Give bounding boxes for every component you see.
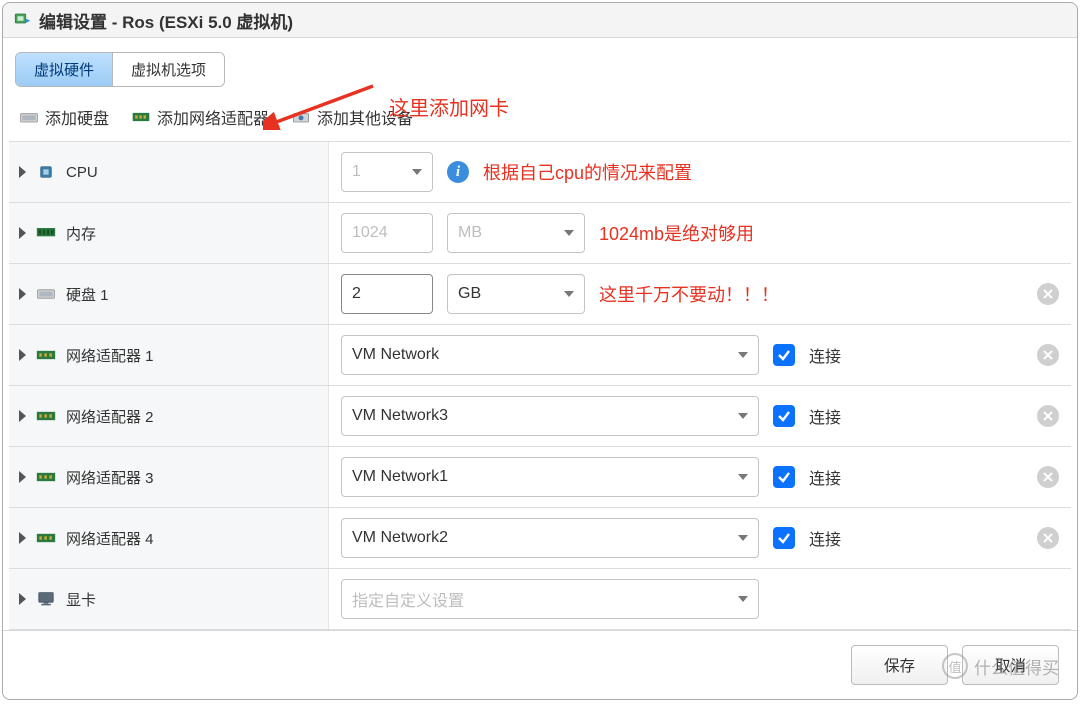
remove-disk-button[interactable] (1037, 283, 1059, 305)
tab-group: 虚拟硬件 虚拟机选项 (15, 52, 225, 87)
row-nic-1: 网络适配器 1 VM Network 连接 (9, 325, 1071, 386)
cpu-icon (36, 164, 56, 180)
chevron-down-icon (738, 596, 748, 602)
add-other-button[interactable]: 添加其他设备 (291, 105, 413, 129)
close-icon (1043, 350, 1053, 360)
connect-label: 连接 (809, 343, 841, 367)
check-icon (777, 531, 791, 545)
titlebar: 编辑设置 - Ros (ESXi 5.0 虚拟机) (3, 3, 1077, 38)
cancel-button[interactable]: 取消 (962, 645, 1059, 685)
toolbar-label: 添加其他设备 (317, 105, 413, 129)
disk-unit-select[interactable]: GB (447, 274, 585, 314)
nic-icon (36, 469, 56, 485)
expand-icon (19, 166, 26, 178)
row-disk-1: 硬盘 1 2 GB 这里千万不要动！！！ (9, 264, 1071, 325)
close-icon (1043, 472, 1053, 482)
nic-network-select[interactable]: VM Network1 (341, 457, 759, 497)
monitor-icon (36, 591, 56, 607)
cpu-count-select[interactable]: 1 (341, 152, 433, 192)
expand-icon (19, 288, 26, 300)
chevron-down-icon (738, 413, 748, 419)
row-label[interactable]: 网络适配器 4 (9, 508, 329, 568)
nic-network-select[interactable]: VM Network3 (341, 396, 759, 436)
connect-label: 连接 (809, 526, 841, 550)
annotation-cpu: 根据自己cpu的情况来配置 (483, 159, 692, 185)
disk-icon (36, 286, 56, 302)
vm-icon (13, 11, 31, 29)
nic-connect-checkbox[interactable] (773, 344, 795, 366)
check-icon (777, 348, 791, 362)
nic-network-select[interactable]: VM Network (341, 335, 759, 375)
edit-settings-window: 编辑设置 - Ros (ESXi 5.0 虚拟机) 这里添加网卡 虚拟硬件 虚拟… (2, 2, 1078, 700)
chevron-down-icon (564, 230, 574, 236)
memory-icon (36, 225, 56, 241)
memory-unit-select[interactable]: MB (447, 213, 585, 253)
close-icon (1043, 289, 1053, 299)
tab-vm-options[interactable]: 虚拟机选项 (112, 53, 224, 86)
nic-icon (36, 408, 56, 424)
close-icon (1043, 411, 1053, 421)
add-disk-button[interactable]: 添加硬盘 (19, 105, 109, 129)
disk-size-input[interactable]: 2 (341, 274, 433, 314)
check-icon (777, 409, 791, 423)
expand-icon (19, 227, 26, 239)
content-area: 这里添加网卡 虚拟硬件 虚拟机选项 添加硬盘 (3, 38, 1077, 630)
annotation-memory: 1024mb是绝对够用 (599, 220, 754, 246)
annotation-disk: 这里千万不要动！！！ (599, 281, 779, 307)
row-label[interactable]: 网络适配器 3 (9, 447, 329, 507)
remove-nic-button[interactable] (1037, 405, 1059, 427)
toolbar-label: 添加硬盘 (45, 105, 109, 129)
nic-connect-checkbox[interactable] (773, 405, 795, 427)
nic-icon (36, 347, 56, 363)
chevron-down-icon (412, 169, 422, 175)
nic-connect-checkbox[interactable] (773, 466, 795, 488)
info-icon[interactable]: i (447, 161, 469, 183)
chevron-down-icon (738, 474, 748, 480)
chevron-down-icon (738, 535, 748, 541)
nic-icon (36, 530, 56, 546)
row-label[interactable]: 显卡 (9, 569, 329, 629)
video-settings-select[interactable]: 指定自定义设置 (341, 579, 759, 619)
row-label[interactable]: 网络适配器 2 (9, 386, 329, 446)
expand-icon (19, 532, 26, 544)
toolbar: 添加硬盘 添加网络适配器 添加其他设备 (9, 87, 1071, 141)
expand-icon (19, 471, 26, 483)
nic-connect-checkbox[interactable] (773, 527, 795, 549)
disk-icon (19, 107, 39, 127)
remove-nic-button[interactable] (1037, 527, 1059, 549)
connect-label: 连接 (809, 404, 841, 428)
dialog-footer: 保存 取消 (3, 630, 1077, 699)
row-label[interactable]: 内存 (9, 203, 329, 263)
expand-icon (19, 349, 26, 361)
toolbar-label: 添加网络适配器 (157, 105, 269, 129)
expand-icon (19, 593, 26, 605)
nic-icon (131, 107, 151, 127)
row-memory: 内存 1024 MB 1024mb是绝对够用 (9, 203, 1071, 264)
add-nic-button[interactable]: 添加网络适配器 (131, 105, 269, 129)
row-label[interactable]: 硬盘 1 (9, 264, 329, 324)
row-label[interactable]: 网络适配器 1 (9, 325, 329, 385)
device-icon (291, 107, 311, 127)
check-icon (777, 470, 791, 484)
chevron-down-icon (738, 352, 748, 358)
window-title: 编辑设置 - Ros (ESXi 5.0 虚拟机) (39, 8, 293, 33)
hardware-list: CPU 1 i 根据自己cpu的情况来配置 (9, 141, 1071, 630)
row-nic-4: 网络适配器 4 VM Network2 连接 (9, 508, 1071, 569)
tab-virtual-hardware[interactable]: 虚拟硬件 (16, 53, 112, 86)
memory-size-input[interactable]: 1024 (341, 213, 433, 253)
row-label[interactable]: CPU (9, 142, 329, 202)
row-nic-3: 网络适配器 3 VM Network1 连接 (9, 447, 1071, 508)
row-cpu: CPU 1 i 根据自己cpu的情况来配置 (9, 142, 1071, 203)
chevron-down-icon (564, 291, 574, 297)
row-nic-2: 网络适配器 2 VM Network3 连接 (9, 386, 1071, 447)
expand-icon (19, 410, 26, 422)
connect-label: 连接 (809, 465, 841, 489)
save-button[interactable]: 保存 (851, 645, 948, 685)
remove-nic-button[interactable] (1037, 466, 1059, 488)
remove-nic-button[interactable] (1037, 344, 1059, 366)
nic-network-select[interactable]: VM Network2 (341, 518, 759, 558)
row-video-card: 显卡 指定自定义设置 (9, 569, 1071, 630)
close-icon (1043, 533, 1053, 543)
